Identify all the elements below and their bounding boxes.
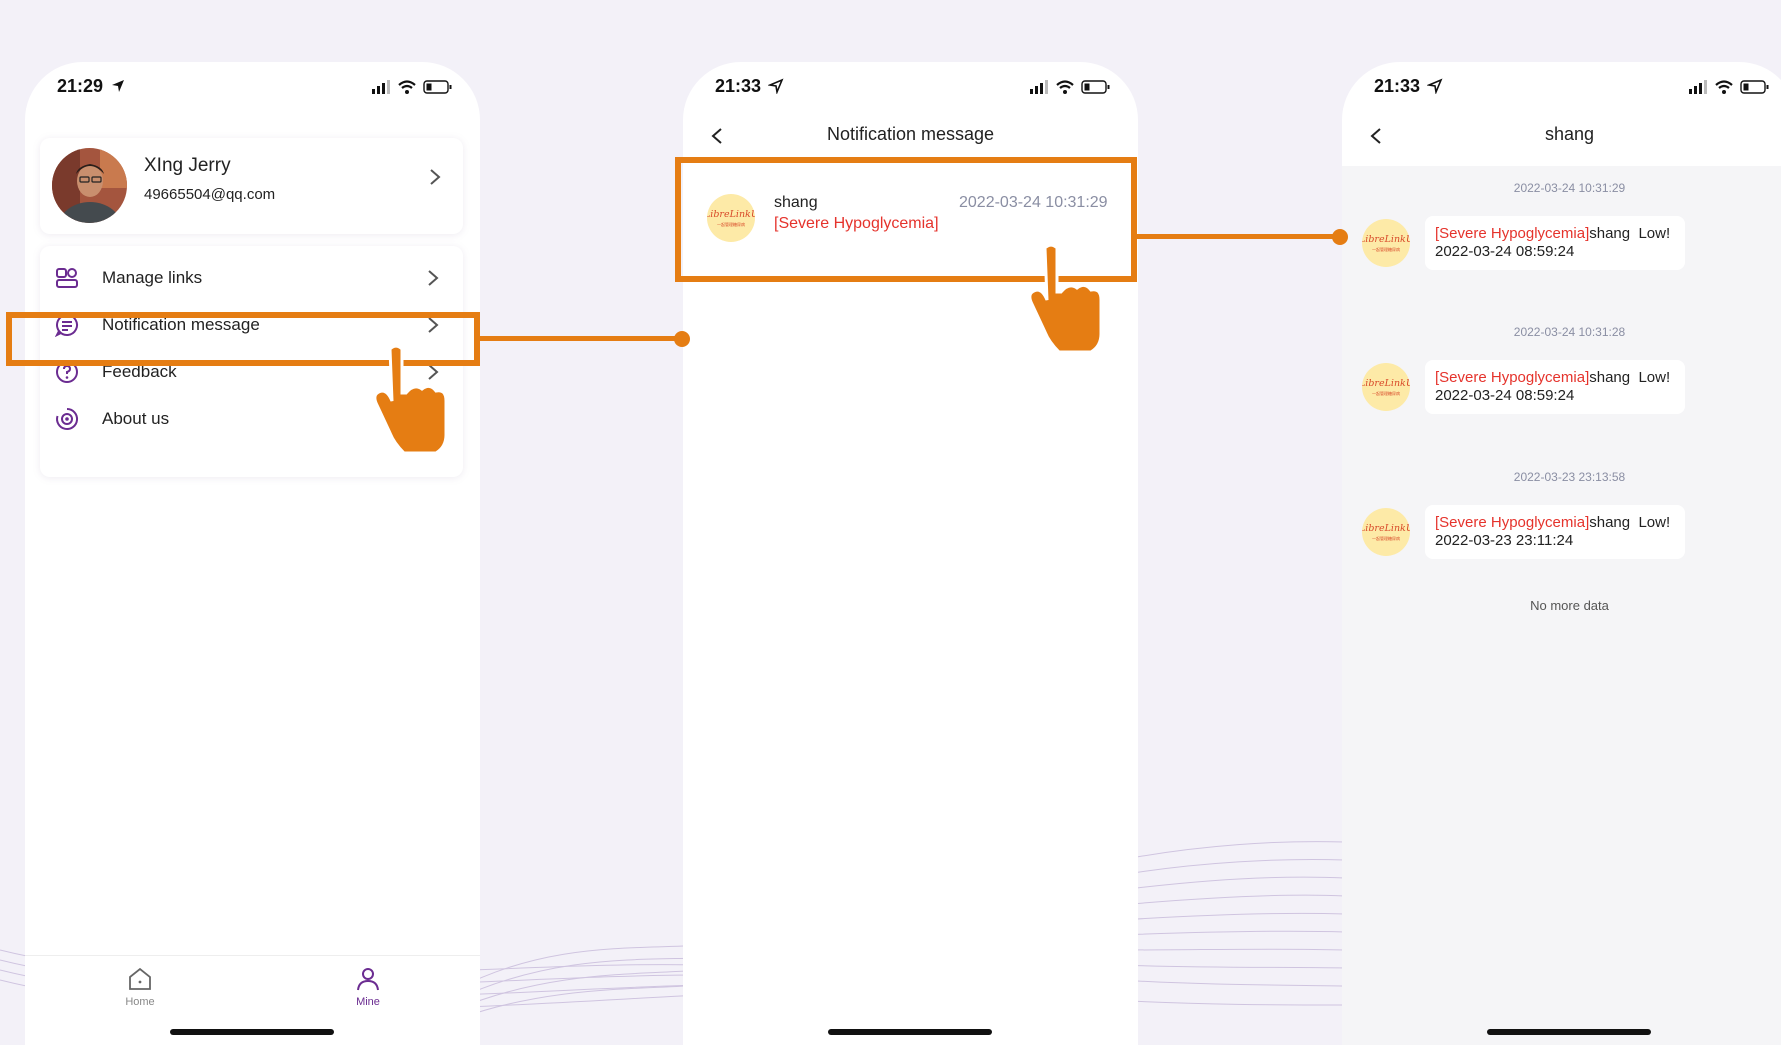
signal-icon <box>372 80 390 94</box>
message-thread: 2022-03-24 10:31:29 LibreLinkUp 一起管理糖尿病 … <box>1342 166 1781 1045</box>
status-bar: 21:33 <box>1342 62 1781 114</box>
message-reading-time: 2022-03-24 08:59:24 <box>1435 243 1575 260</box>
status-bar: 21:33 <box>683 62 1138 114</box>
page-title: shang <box>1544 124 1595 144</box>
menu-item-label: Notification message <box>102 315 260 334</box>
status-time: 21:33 <box>715 76 762 96</box>
about-icon <box>56 407 79 430</box>
message-tag: [Severe Hypoglycemia] <box>1435 514 1590 531</box>
notification-sender: shang <box>774 194 818 211</box>
librelinkup-logo: LibreLinkUp 一起管理糖尿病 <box>1362 363 1410 411</box>
message-bubble: [Severe Hypoglycemia]shang Low! 2022-03-… <box>1425 505 1685 559</box>
message-text: shang Low! <box>1589 369 1671 386</box>
logo-subtext: 一起管理糖尿病 <box>1372 536 1400 541</box>
message-line: [Severe Hypoglycemia]shang Low! <box>1435 514 1670 531</box>
signal-icon <box>1689 80 1707 94</box>
logo-text: LibreLinkUp <box>1362 378 1410 389</box>
home-indicator <box>828 1029 992 1035</box>
phone-screen-mine: 21:29 XIng Jerry 49665504@qq.com Manage … <box>25 62 480 1045</box>
menu-item-label: Feedback <box>102 362 177 381</box>
menu-item-label: Manage links <box>102 268 203 287</box>
profile-name: XIng Jerry <box>144 155 231 176</box>
chevron-right-icon <box>428 364 439 380</box>
notification-list-item[interactable]: LibreLinkUp 一起管理糖尿病 shang 2022-03-24 10:… <box>683 174 1138 260</box>
menu-item-manage-links[interactable]: Manage links <box>40 252 463 305</box>
librelinkup-logo: LibreLinkUp 一起管理糖尿病 <box>1362 508 1410 556</box>
menu-item-about-us[interactable]: About us <box>40 393 463 446</box>
message-timestamp: 2022-03-24 10:31:29 <box>1513 181 1626 195</box>
message-timestamp: 2022-03-24 10:31:28 <box>1513 325 1626 339</box>
navigation-bar: Notification message <box>683 114 1138 166</box>
chevron-right-icon <box>428 317 439 333</box>
profile-card[interactable]: XIng Jerry 49665504@qq.com <box>40 138 463 234</box>
message-reading-time: 2022-03-24 08:59:24 <box>1435 387 1575 404</box>
librelinkup-logo: LibreLinkUp 一起管理糖尿病 <box>1362 219 1410 267</box>
tab-home[interactable]: Home <box>110 966 170 1012</box>
message-line: [Severe Hypoglycemia]shang Low! <box>1435 225 1670 242</box>
status-time: 21:33 <box>1374 76 1421 96</box>
page-title: Notification message <box>826 124 995 144</box>
avatar <box>52 148 127 223</box>
location-arrow-icon <box>768 78 784 94</box>
message-icon <box>55 313 78 337</box>
chevron-right-icon <box>430 169 441 185</box>
logo-subtext: 一起管理糖尿病 <box>1372 247 1400 252</box>
librelinkup-logo: LibreLinkUp 一起管理糖尿病 <box>707 194 755 242</box>
battery-icon <box>423 80 452 94</box>
logo-text: LibreLinkUp <box>1362 234 1410 245</box>
notification-alert: [Severe Hypoglycemia] <box>774 215 939 232</box>
battery-icon <box>1740 80 1769 94</box>
logo-subtext: 一起管理糖尿病 <box>1372 391 1400 396</box>
message-tag: [Severe Hypoglycemia] <box>1435 225 1590 242</box>
message-line: [Severe Hypoglycemia]shang Low! <box>1435 369 1670 386</box>
profile-email: 49665504@qq.com <box>144 186 276 203</box>
menu-item-feedback[interactable]: Feedback <box>40 346 463 399</box>
battery-icon <box>1081 80 1110 94</box>
message-tag: [Severe Hypoglycemia] <box>1435 369 1590 386</box>
menu-item-notification-message[interactable]: Notification message <box>40 299 463 352</box>
status-icons <box>372 80 452 94</box>
message-reading-time: 2022-03-23 23:11:24 <box>1435 532 1574 549</box>
menu-item-label: About us <box>102 409 170 428</box>
logo-text: LibreLinkUp <box>1362 523 1410 534</box>
phone-screen-message-detail: 21:33 shang 2022-03-24 10:31:29 LibreLin… <box>1342 62 1781 1045</box>
location-arrow-icon <box>1427 78 1443 94</box>
status-bar: 21:29 <box>25 62 480 114</box>
manage-links-icon <box>56 268 78 288</box>
phone-screen-notification-list: 21:33 Notification message LibreLinkUp 一… <box>683 62 1138 1045</box>
status-icons <box>1689 80 1769 94</box>
status-time: 21:29 <box>57 76 104 96</box>
status-icons <box>1030 80 1110 94</box>
home-indicator <box>1487 1029 1651 1035</box>
notification-time: 2022-03-24 10:31:29 <box>959 194 1108 211</box>
message-text: shang Low! <box>1589 225 1671 242</box>
message-bubble: [Severe Hypoglycemia]shang Low! 2022-03-… <box>1425 360 1685 414</box>
tab-mine[interactable]: Mine <box>338 966 398 1012</box>
tab-label: Home <box>125 996 155 1008</box>
home-icon <box>129 967 151 990</box>
tab-label: Mine <box>356 996 380 1008</box>
home-indicator <box>170 1029 334 1035</box>
navigation-bar: shang <box>1342 114 1781 166</box>
message-bubble: [Severe Hypoglycemia]shang Low! 2022-03-… <box>1425 216 1685 270</box>
wifi-icon <box>1715 80 1733 89</box>
menu-card: Manage links Notification message Feedba… <box>40 246 463 477</box>
question-icon <box>56 361 78 383</box>
no-more-data-label: No more data <box>1530 598 1609 613</box>
location-arrow-icon <box>112 80 124 92</box>
logo-text: LibreLinkUp <box>707 209 755 220</box>
chevron-right-icon <box>428 270 439 286</box>
wifi-icon <box>1056 80 1074 89</box>
message-text: shang Low! <box>1589 514 1671 531</box>
message-timestamp: 2022-03-23 23:13:58 <box>1513 470 1626 484</box>
signal-icon <box>1030 80 1048 94</box>
logo-subtext: 一起管理糖尿病 <box>717 222 745 227</box>
person-icon <box>357 968 379 991</box>
wifi-icon <box>398 80 416 89</box>
